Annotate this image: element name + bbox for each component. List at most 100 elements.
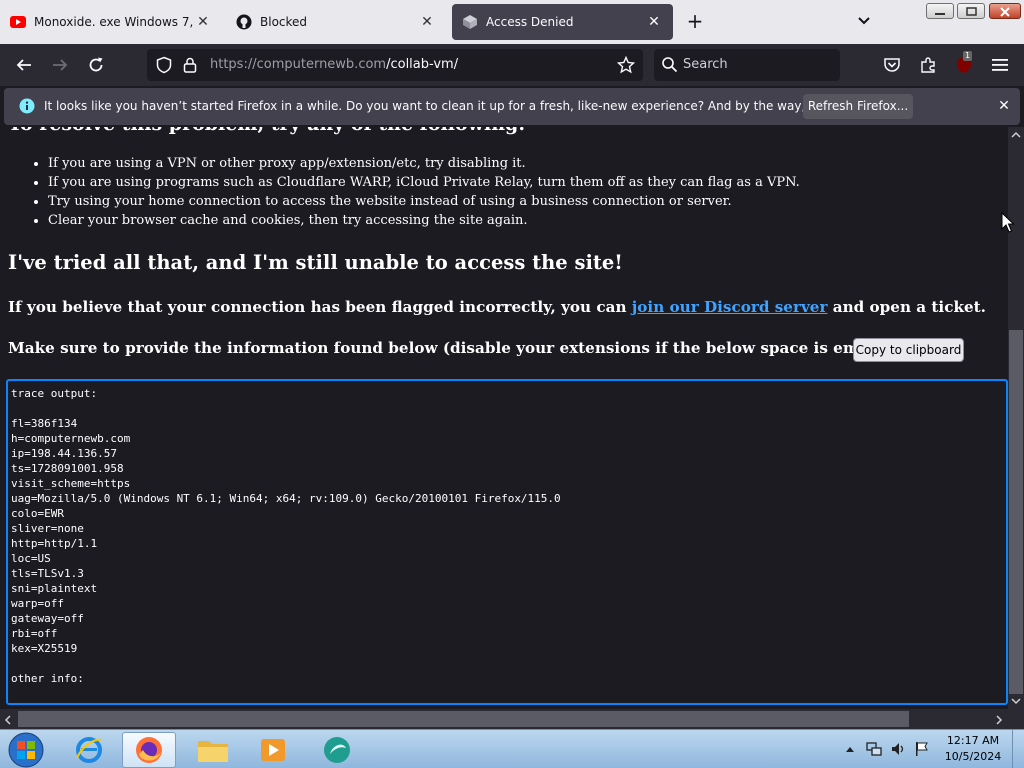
action-center-flag-icon[interactable] (914, 741, 930, 757)
reload-icon[interactable] (84, 53, 108, 77)
volume-icon[interactable] (890, 741, 906, 757)
trace-line: ts=1728091001.958 (11, 462, 124, 475)
navigation-toolbar: https://computernewb.com/collab-vm/ Sear… (0, 44, 1024, 86)
url-path: /collab-vm/ (386, 57, 459, 72)
clock-time: 12:17 AM (946, 734, 1000, 747)
notification-text: It looks like you haven’t started Firefo… (44, 99, 900, 113)
url-text[interactable]: https://computernewb.com/collab-vm/ (210, 57, 458, 72)
close-icon[interactable]: ✕ (994, 96, 1014, 116)
copy-to-clipboard-button[interactable]: Copy to clipboard (853, 338, 964, 362)
tab-title: Access Denied (486, 15, 574, 29)
trace-line: visit_scheme=https (11, 477, 131, 490)
tab-strip: Monoxide. exe Windows 7,8,81... ✕ Blocke… (0, 0, 1024, 44)
list-item: Try using your home connection to access… (48, 192, 800, 211)
close-tab-icon[interactable]: ✕ (645, 13, 663, 31)
refresh-firefox-button[interactable]: Refresh Firefox... (803, 94, 913, 119)
trace-line (11, 686, 1003, 701)
scroll-right-icon[interactable] (995, 715, 1003, 725)
search-input[interactable]: Search (683, 57, 728, 72)
github-icon (236, 14, 252, 30)
close-tab-icon[interactable]: ✕ (194, 13, 212, 31)
list-item: If you are using a VPN or other proxy ap… (48, 154, 800, 173)
close-tab-icon[interactable]: ✕ (418, 13, 436, 31)
trace-line: rbi=off (11, 627, 58, 640)
clock-date: 10/5/2024 (944, 750, 1002, 763)
tab-title: Blocked (260, 15, 308, 29)
info-icon (19, 98, 35, 118)
flagged-text-after: and open a ticket. (827, 298, 986, 316)
trace-line: other info: (11, 672, 84, 685)
trace-line: tls=TLSv1.3 (11, 567, 84, 580)
search-bar[interactable]: Search (654, 49, 840, 81)
trace-line: sni=plaintext (11, 582, 98, 595)
clock[interactable]: 12:17 AM 10/5/2024 (936, 733, 1010, 765)
trace-line: h=computernewb.com (11, 432, 131, 445)
trace-line: gateway=off (11, 612, 84, 625)
scroll-up-icon[interactable] (1011, 131, 1021, 139)
show-hidden-icons-icon[interactable] (846, 746, 854, 752)
page-content: To resolve this problem, try any of the … (0, 127, 1008, 709)
trace-line: fl=386f134 (11, 417, 78, 430)
internet-explorer-icon[interactable] (62, 732, 116, 768)
flagged-text: If you believe that your connection has … (8, 298, 986, 316)
tips-list: If you are using a VPN or other proxy ap… (48, 154, 800, 230)
trace-line: warp=off (11, 597, 64, 610)
trace-line: trace output: (11, 387, 98, 400)
youtube-icon (10, 14, 26, 30)
media-player-icon[interactable] (246, 732, 300, 768)
forward-icon[interactable] (48, 53, 72, 77)
back-icon[interactable] (12, 53, 36, 77)
extensions-icon[interactable] (916, 53, 940, 77)
search-icon (661, 56, 678, 77)
tab-blocked[interactable]: Blocked ✕ (226, 4, 446, 40)
shield-icon[interactable] (155, 56, 173, 78)
url-domain: https://computernewb.com (210, 57, 387, 72)
tried-heading: I've tried all that, and I'm still unabl… (8, 251, 623, 274)
mouse-cursor-icon (1001, 212, 1015, 233)
windows-logo-icon (8, 732, 44, 768)
start-button[interactable] (6, 731, 46, 768)
scroll-left-icon[interactable] (4, 715, 12, 725)
file-explorer-icon[interactable] (186, 732, 240, 768)
firefox-icon[interactable] (122, 732, 176, 768)
trace-output-textarea[interactable]: trace output: fl=386f134 h=computernewb.c… (6, 379, 1008, 705)
notification-bar: It looks like you haven’t started Firefo… (4, 88, 1020, 125)
trace-line: colo=EWR (11, 507, 64, 520)
menu-icon[interactable] (988, 53, 1012, 77)
new-tab-icon[interactable]: + (684, 10, 706, 32)
show-desktop-button[interactable] (1012, 730, 1024, 768)
window-close-button[interactable] (989, 3, 1021, 19)
trace-line: ip=198.44.136.57 (11, 447, 117, 460)
bookmark-star-icon[interactable] (616, 55, 636, 78)
system-tray (844, 739, 934, 761)
minimize-button[interactable] (926, 3, 954, 19)
ublock-icon[interactable]: 1 (952, 51, 976, 77)
chevron-down-icon[interactable] (853, 10, 875, 32)
network-icon[interactable] (866, 741, 882, 757)
url-bar[interactable]: https://computernewb.com/collab-vm/ (147, 49, 643, 81)
trace-line: loc=US (11, 552, 51, 565)
list-item: Clear your browser cache and cookies, th… (48, 211, 800, 230)
pocket-icon[interactable] (880, 53, 904, 77)
trace-line (11, 401, 1003, 416)
scroll-down-icon[interactable] (1011, 697, 1021, 705)
tab-access-denied[interactable]: Access Denied ✕ (452, 4, 673, 40)
tab-title: Monoxide. exe Windows 7,8,81... (34, 15, 194, 29)
trace-line: sliver=none (11, 522, 84, 535)
ublock-badge: 1 (963, 51, 973, 61)
horizontal-scrollbar-thumb[interactable] (18, 711, 909, 727)
discord-link[interactable]: join our Discord server (632, 298, 828, 316)
provide-info-text: Make sure to provide the information fou… (8, 339, 899, 357)
screen: { "browser": { "tabs": [ {"title": "Mono… (0, 0, 1024, 768)
trace-line: uag=Mozilla/5.0 (Windows NT 6.1; Win64; … (11, 492, 561, 505)
trace-line: http=http/1.1 (11, 537, 98, 550)
vertical-scrollbar-thumb[interactable] (1009, 330, 1023, 694)
taskbar: 12:17 AM 10/5/2024 (0, 729, 1024, 768)
lock-icon[interactable] (182, 56, 198, 78)
app-icon[interactable] (310, 732, 364, 768)
tab-youtube[interactable]: Monoxide. exe Windows 7,8,81... ✕ (0, 4, 222, 40)
trace-line (11, 656, 1003, 671)
maximize-button[interactable] (957, 3, 985, 19)
site-icon (462, 14, 478, 30)
flagged-text-before: If you believe that your connection has … (8, 298, 632, 316)
